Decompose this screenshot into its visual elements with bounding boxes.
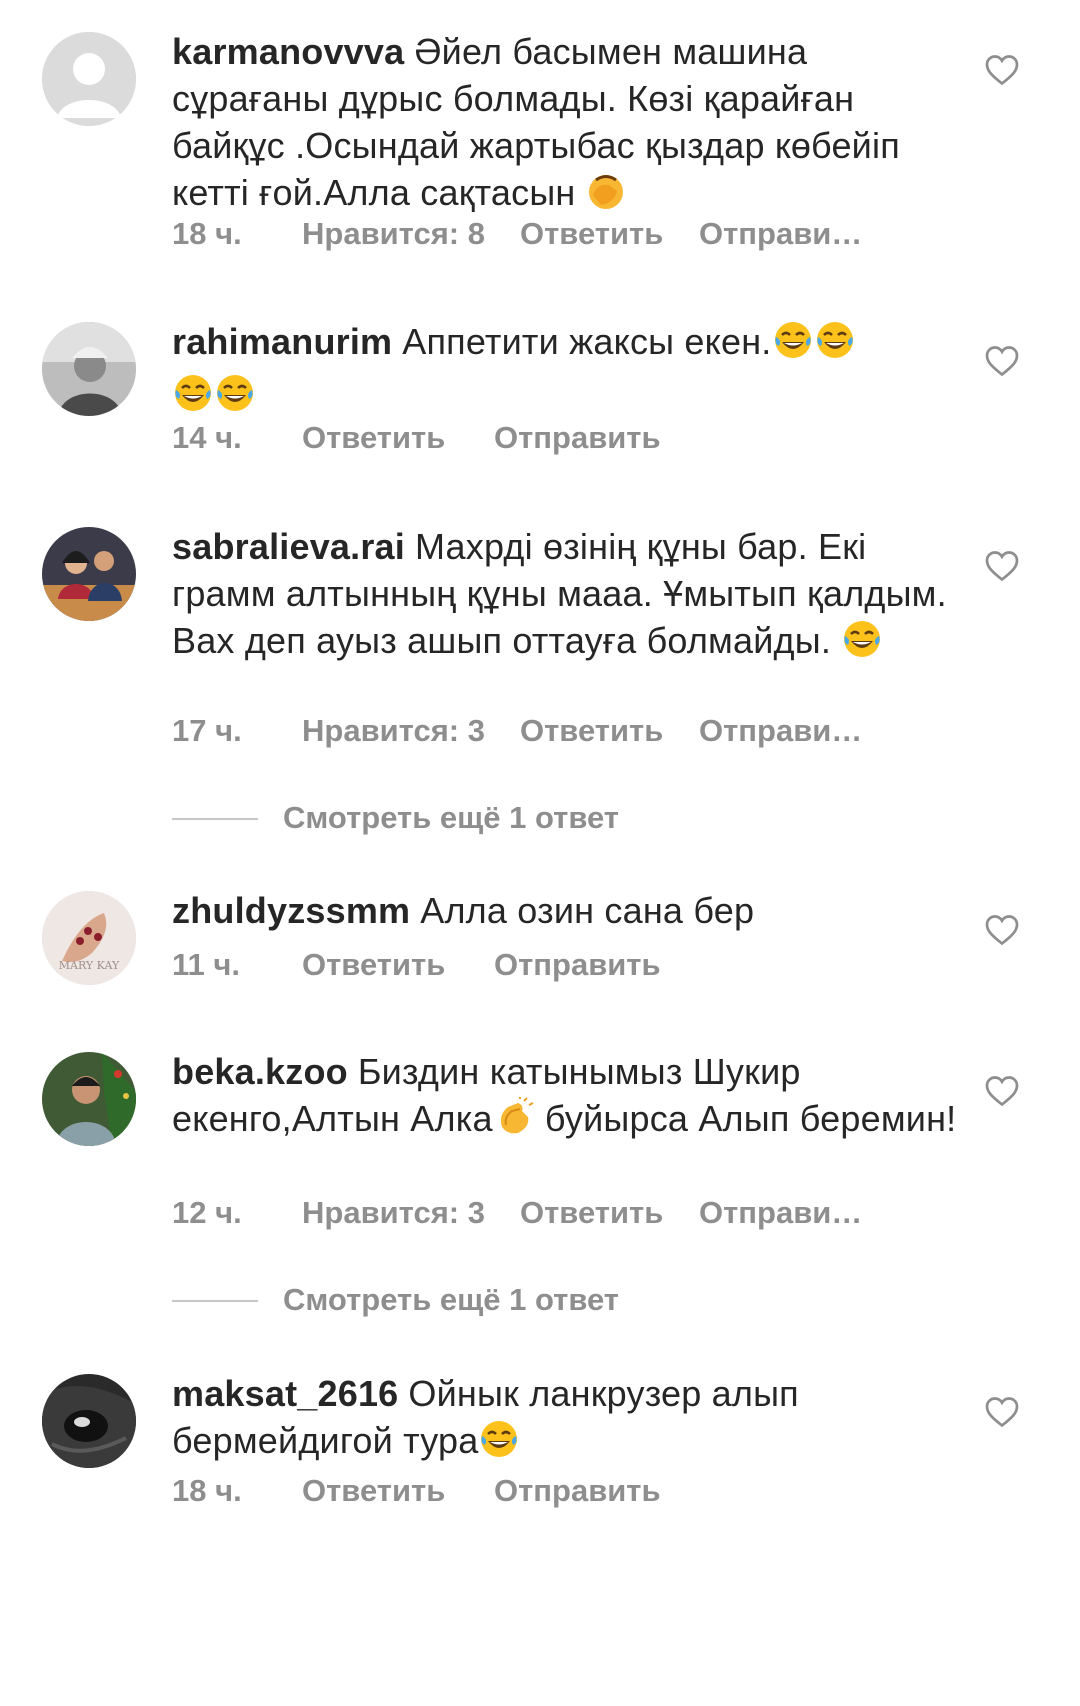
avatar[interactable]	[42, 322, 136, 416]
tears-of-joy-emoji	[815, 320, 855, 371]
comment-meta: 17 ч. Нравится: 3 Ответить Отправи…	[172, 711, 932, 751]
clapping-hands-emoji	[494, 1097, 534, 1148]
comment-time: 18 ч.	[172, 216, 242, 251]
avatar-watermark: MARY KAY	[59, 959, 120, 972]
likes-count[interactable]: Нравится: 3	[302, 1193, 485, 1233]
comment-username[interactable]: rahimanurim	[172, 321, 392, 362]
view-more-replies-label: Смотреть ещё 1 ответ	[283, 1282, 619, 1317]
tears-of-joy-emoji	[773, 320, 813, 371]
comment-username[interactable]: beka.kzoo	[172, 1051, 348, 1092]
avatar-default[interactable]	[42, 32, 136, 126]
user-photo-avatar	[42, 527, 136, 621]
send-button[interactable]: Отправить	[494, 945, 661, 985]
send-button[interactable]: Отправи…	[699, 711, 862, 751]
comment-meta: 12 ч. Нравится: 3 Ответить Отправи…	[172, 1193, 932, 1233]
comment-time: 11 ч.	[172, 947, 240, 982]
send-button[interactable]: Отправить	[494, 1471, 661, 1511]
tears-of-joy-emoji	[479, 1419, 519, 1470]
comment-username[interactable]: karmanovvva	[172, 31, 404, 72]
comment-text: zhuldyzssmm Алла озин сана бер	[172, 887, 962, 934]
comment-text: beka.kzoo Биздин катынымыз Шукир екенго,А…	[172, 1048, 962, 1148]
view-more-replies-button[interactable]: Смотреть ещё 1 ответ	[172, 798, 872, 838]
reply-button[interactable]: Ответить	[520, 711, 663, 751]
comment-time: 14 ч.	[172, 420, 242, 455]
view-more-replies-button[interactable]: Смотреть ещё 1 ответ	[172, 1280, 872, 1320]
comment-username[interactable]: maksat_2616	[172, 1373, 398, 1414]
likes-count[interactable]: Нравится: 3	[302, 711, 485, 751]
avatar[interactable]	[42, 527, 136, 621]
reply-button[interactable]: Ответить	[520, 214, 663, 254]
heart-outline-icon[interactable]	[984, 548, 1020, 584]
avatar[interactable]	[42, 1374, 136, 1468]
default-avatar-icon	[42, 32, 136, 126]
reply-button[interactable]: Ответить	[302, 1471, 445, 1511]
comment-text: maksat_2616 Ойнык ланкрузер алып бермейди…	[172, 1370, 962, 1470]
comment-body: Алла озин сана бер	[420, 890, 755, 931]
tears-of-joy-emoji	[842, 619, 882, 670]
comment-text: rahimanurim Аппетити жаксы екен.	[172, 318, 962, 424]
user-photo-avatar	[42, 322, 136, 416]
comment-username[interactable]: zhuldyzssmm	[172, 890, 410, 931]
comment-body-part2: буйырса Алып беремин!	[544, 1098, 957, 1139]
comment-body: Аппетити жаксы екен.	[402, 321, 772, 362]
send-button[interactable]: Отправить	[494, 418, 661, 458]
tears-of-joy-emoji	[215, 373, 255, 424]
avatar[interactable]	[42, 1052, 136, 1146]
tears-of-joy-emoji	[173, 373, 213, 424]
reply-button[interactable]: Ответить	[302, 418, 445, 458]
heart-outline-icon[interactable]	[984, 52, 1020, 88]
comment-meta: 18 ч. Ответить Отправить	[172, 1471, 932, 1511]
comment-time: 17 ч.	[172, 713, 242, 748]
comment-username[interactable]: sabralieva.rai	[172, 526, 405, 567]
comment-text: sabralieva.rai Махрді өзінің құны бар. Ек…	[172, 523, 962, 670]
user-photo-avatar	[42, 1374, 136, 1468]
divider-line	[172, 1300, 258, 1302]
comment-meta: 11 ч. Ответить Отправить	[172, 945, 932, 985]
likes-count[interactable]: Нравится: 8	[302, 214, 485, 254]
user-photo-avatar	[42, 1052, 136, 1146]
comment-meta: 14 ч. Ответить Отправить	[172, 418, 932, 458]
avatar[interactable]: MARY KAY	[42, 891, 136, 985]
view-more-replies-label: Смотреть ещё 1 ответ	[283, 800, 619, 835]
comment-text: karmanovvva Әйел басымен машина сұрағаны …	[172, 28, 962, 222]
heart-outline-icon[interactable]	[984, 1394, 1020, 1430]
comment-time: 18 ч.	[172, 1473, 242, 1508]
reply-button[interactable]: Ответить	[302, 945, 445, 985]
send-button[interactable]: Отправи…	[699, 1193, 862, 1233]
divider-line	[172, 818, 258, 820]
user-photo-avatar: MARY KAY	[42, 891, 136, 985]
heart-outline-icon[interactable]	[984, 1073, 1020, 1109]
send-button[interactable]: Отправи…	[699, 214, 862, 254]
comment-meta: 18 ч. Нравится: 8 Ответить Отправи…	[172, 214, 932, 254]
comment-time: 12 ч.	[172, 1195, 242, 1230]
reply-button[interactable]: Ответить	[520, 1193, 663, 1233]
heart-outline-icon[interactable]	[984, 912, 1020, 948]
heart-outline-icon[interactable]	[984, 343, 1020, 379]
